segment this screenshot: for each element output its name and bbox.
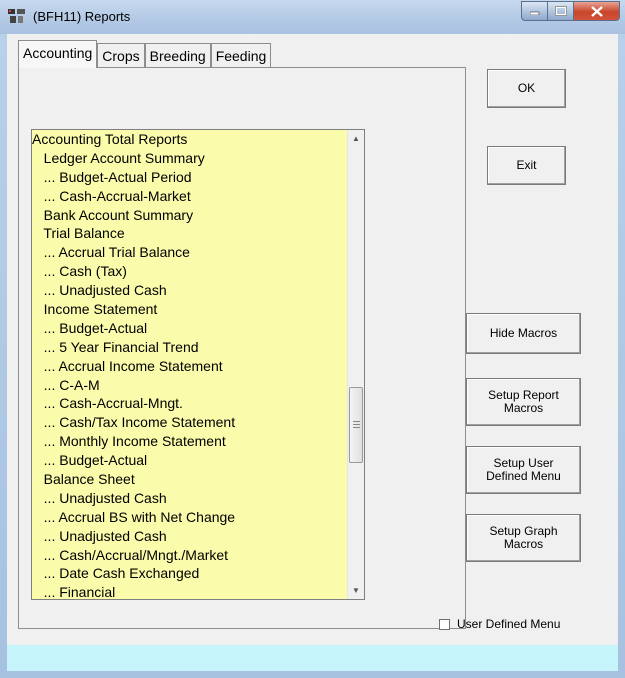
tab-crops[interactable]: Crops bbox=[97, 43, 145, 68]
list-item[interactable]: ... Budget-Actual Period bbox=[32, 168, 348, 187]
list-item[interactable]: ... Cash-Accrual-Market bbox=[32, 187, 348, 206]
caption-buttons bbox=[521, 1, 620, 22]
scroll-down-icon[interactable]: ▼ bbox=[348, 582, 364, 599]
maximize-icon[interactable] bbox=[548, 1, 574, 21]
status-strip bbox=[7, 645, 618, 671]
list-item[interactable]: ... C-A-M bbox=[32, 376, 348, 395]
tab-feeding[interactable]: Feeding bbox=[210, 43, 272, 68]
list-item[interactable]: Bank Account Summary bbox=[32, 206, 348, 225]
ok-button-label: OK bbox=[517, 81, 536, 95]
title-bar[interactable]: (BFH11) Reports bbox=[0, 0, 625, 34]
grip-icon bbox=[353, 421, 360, 429]
list-item[interactable]: ... Budget-Actual bbox=[32, 451, 348, 470]
list-item[interactable]: ... Cash (Tax) bbox=[32, 262, 348, 281]
list-item[interactable]: ... Accrual BS with Net Change bbox=[32, 508, 348, 527]
exit-button-label: Exit bbox=[516, 158, 537, 172]
list-item[interactable]: ... Accrual Income Statement bbox=[32, 357, 348, 376]
list-item[interactable]: ... Financial bbox=[32, 583, 348, 599]
window-title: (BFH11) Reports bbox=[33, 9, 131, 24]
tab-breeding[interactable]: Breeding bbox=[144, 43, 211, 68]
exit-button[interactable]: Exit bbox=[487, 146, 566, 185]
list-item[interactable]: ... Cash/Tax Income Statement bbox=[32, 413, 348, 432]
list-item[interactable]: ... Budget-Actual bbox=[32, 319, 348, 338]
setup-report-macros-button[interactable]: Setup Report Macros bbox=[466, 378, 581, 426]
setup-graph-macros-button[interactable]: Setup Graph Macros bbox=[466, 514, 581, 562]
minimize-icon[interactable] bbox=[521, 1, 548, 21]
list-item[interactable]: ... Date Cash Exchanged bbox=[32, 564, 348, 583]
report-list[interactable]: Accounting Total Reports Ledger Account … bbox=[31, 129, 365, 600]
hide-macros-button[interactable]: Hide Macros bbox=[466, 313, 581, 354]
setup-user-defined-menu-button[interactable]: Setup User Defined Menu bbox=[466, 446, 581, 494]
list-item[interactable]: ... Monthly Income Statement bbox=[32, 432, 348, 451]
report-tabs: Accounting Crops Breeding Feeding bbox=[18, 40, 272, 68]
ok-button[interactable]: OK bbox=[487, 69, 566, 108]
list-item[interactable]: Trial Balance bbox=[32, 224, 348, 243]
user-defined-menu-label: User Defined Menu bbox=[457, 617, 561, 631]
list-item[interactable]: ... Cash/Accrual/Mngt./Market bbox=[32, 546, 348, 565]
list-item[interactable]: Ledger Account Summary bbox=[32, 149, 348, 168]
close-icon[interactable] bbox=[574, 1, 620, 21]
list-item[interactable]: ... Cash-Accrual-Mngt. bbox=[32, 394, 348, 413]
scroll-thumb[interactable] bbox=[349, 387, 363, 463]
list-item[interactable]: ... 5 Year Financial Trend bbox=[32, 338, 348, 357]
setup-user-defined-menu-label: Setup User Defined Menu bbox=[486, 456, 561, 483]
list-item[interactable]: Income Statement bbox=[32, 300, 348, 319]
list-item[interactable]: Accounting Total Reports bbox=[32, 130, 348, 149]
list-item[interactable]: ... Accrual Trial Balance bbox=[32, 243, 348, 262]
setup-report-macros-label: Setup Report Macros bbox=[488, 388, 559, 415]
app-icon bbox=[8, 9, 25, 23]
scroll-up-icon[interactable]: ▲ bbox=[348, 130, 364, 147]
list-scrollbar[interactable]: ▲ ▼ bbox=[347, 130, 364, 599]
user-defined-menu-checkbox[interactable] bbox=[439, 618, 450, 630]
tab-accounting[interactable]: Accounting bbox=[18, 40, 98, 68]
report-list-items: Accounting Total Reports Ledger Account … bbox=[32, 130, 348, 599]
list-item[interactable]: ... Unadjusted Cash bbox=[32, 489, 348, 508]
setup-graph-macros-label: Setup Graph Macros bbox=[489, 524, 558, 551]
user-defined-menu-option[interactable]: User Defined Menu bbox=[439, 617, 560, 631]
list-item[interactable]: Balance Sheet bbox=[32, 470, 348, 489]
list-item[interactable]: ... Unadjusted Cash bbox=[32, 527, 348, 546]
hide-macros-label: Hide Macros bbox=[489, 326, 558, 340]
list-item[interactable]: ... Unadjusted Cash bbox=[32, 281, 348, 300]
